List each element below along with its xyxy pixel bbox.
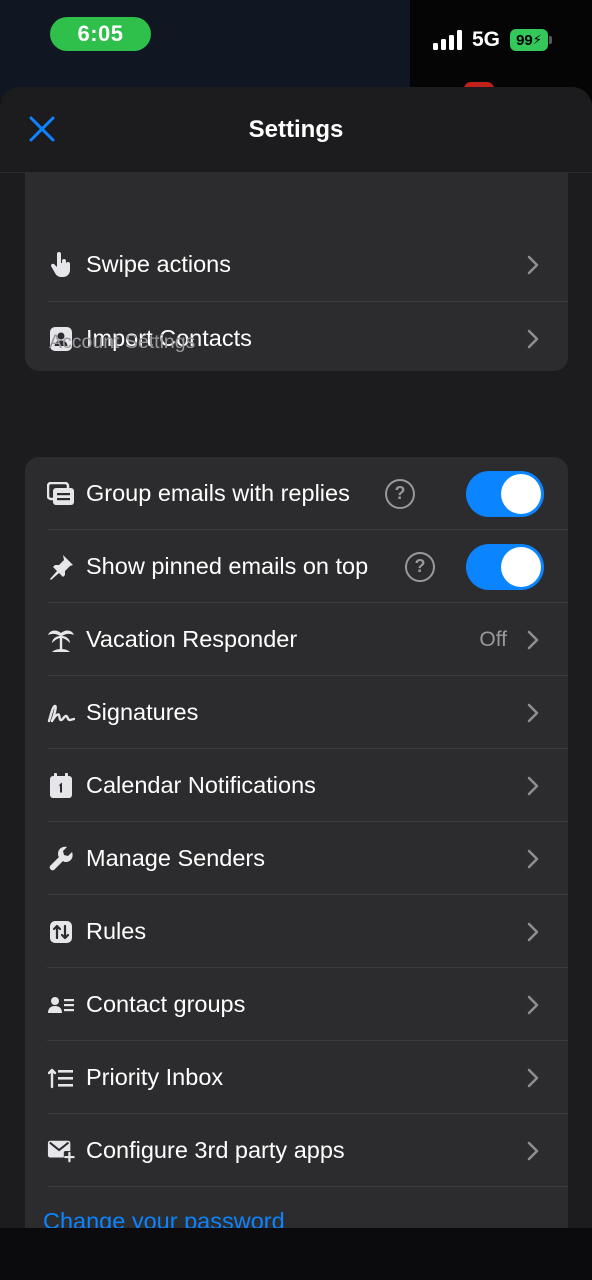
row-rules[interactable]: Rules: [25, 895, 568, 968]
palm-tree-icon: [47, 626, 75, 654]
row-signatures[interactable]: Signatures: [25, 676, 568, 749]
chevron-right-icon: [525, 774, 541, 798]
close-icon: [29, 116, 55, 142]
chevron-right-icon: [525, 993, 541, 1017]
chevron-right-icon: [525, 327, 541, 351]
row-configure-3rd-party-apps[interactable]: Configure 3rd party apps: [25, 1114, 568, 1187]
battery-level: 99: [516, 31, 533, 49]
network-type: 5G: [472, 28, 501, 51]
row-manage-senders[interactable]: Manage Senders: [25, 822, 568, 895]
row-group-emails-with-replies: Group emails with replies ?: [25, 457, 568, 530]
home-indicator-area: [0, 1228, 592, 1280]
row-vacation-responder[interactable]: Vacation Responder Off: [25, 603, 568, 676]
row-label: Rules: [86, 918, 147, 944]
nav-bar: Settings: [0, 87, 592, 173]
row-label: Swipe actions: [86, 251, 231, 277]
row-label: Manage Senders: [86, 845, 265, 871]
account-settings-card: Group emails with replies ? Show pinned …: [25, 457, 568, 1257]
row-calendar-notifications[interactable]: Calendar Notifications: [25, 749, 568, 822]
page-title: Settings: [248, 116, 344, 143]
row-swipe-actions[interactable]: Swipe actions: [25, 228, 568, 301]
chevron-right-icon: [525, 1139, 541, 1163]
row-label: Signatures: [86, 699, 199, 725]
priority-list-icon: [47, 1064, 75, 1092]
chevron-right-icon: [525, 253, 541, 277]
toggle-knob: [501, 473, 541, 514]
row-label: Calendar Notifications: [86, 772, 316, 798]
toggle-knob: [501, 546, 541, 587]
battery-nub: [549, 36, 552, 44]
chevron-right-icon: [525, 920, 541, 944]
chevron-right-icon: [525, 847, 541, 871]
pinned-emails-toggle[interactable]: [466, 543, 544, 590]
row-label: Priority Inbox: [86, 1064, 224, 1090]
hand-pointer-icon: [47, 251, 75, 279]
chevron-right-icon: [525, 1066, 541, 1090]
row-label: Vacation Responder: [86, 626, 298, 652]
row-label: Group emails with replies: [86, 480, 350, 506]
wrench-icon: [47, 845, 75, 873]
battery-icon: 99 ⚡: [510, 29, 548, 51]
row-contact-groups[interactable]: Contact groups: [25, 968, 568, 1041]
chevron-right-icon: [525, 701, 541, 725]
calendar-icon: [47, 772, 75, 800]
status-bar: 6:05 5G 99 ⚡: [0, 0, 592, 70]
rules-icon: [47, 918, 75, 946]
help-icon[interactable]: ?: [405, 551, 435, 582]
row-priority-inbox[interactable]: Priority Inbox: [25, 1041, 568, 1114]
pin-icon: [47, 553, 75, 581]
cellular-signal-icon: [433, 30, 463, 50]
row-show-pinned-emails: Show pinned emails on top ?: [25, 530, 568, 603]
settings-sheet: Settings Swipe actions Import Contacts A…: [0, 87, 592, 1280]
status-time: 6:05: [50, 17, 151, 51]
section-header-account-settings: Account Settings: [49, 331, 196, 353]
vacation-responder-status: Off: [479, 627, 507, 651]
mail-plus-icon: [47, 1137, 75, 1165]
conversation-stack-icon: [47, 480, 75, 508]
settings-scroll-area[interactable]: Swipe actions Import Contacts Account Se…: [0, 173, 592, 1280]
group-emails-toggle[interactable]: [466, 470, 544, 517]
close-button[interactable]: [22, 109, 62, 149]
chevron-right-icon: [525, 628, 541, 652]
row-label: Configure 3rd party apps: [86, 1137, 345, 1163]
row-label: Contact groups: [86, 991, 246, 1017]
row-label: Show pinned emails on top: [86, 553, 369, 579]
help-icon[interactable]: ?: [385, 478, 415, 509]
contact-list-icon: [47, 991, 75, 1019]
signature-icon: [47, 699, 75, 727]
